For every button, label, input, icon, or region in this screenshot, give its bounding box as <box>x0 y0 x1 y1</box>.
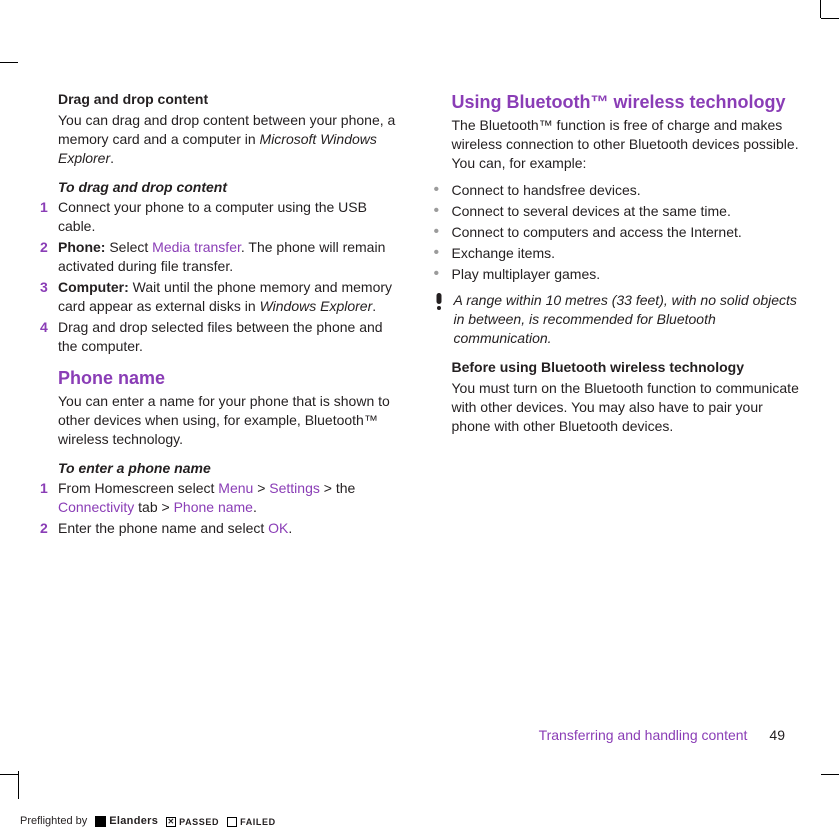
text: . <box>288 520 292 536</box>
step-body: Drag and drop selected files between the… <box>58 318 406 356</box>
footer-section: Transferring and handling content <box>539 726 748 745</box>
list-item: Connect to handsfree devices. <box>452 181 641 200</box>
brand-name: Elanders <box>109 814 158 829</box>
step-number: 2 <box>40 238 58 276</box>
subheading: To enter a phone name <box>58 459 406 478</box>
text: . <box>253 499 257 515</box>
page-footer: Transferring and handling content 49 <box>40 726 785 745</box>
paragraph: You can drag and drop content between yo… <box>58 111 406 168</box>
checkbox-icon <box>227 817 237 827</box>
preflight-bar: Preflighted by Elanders PASSED FAILED <box>20 814 276 829</box>
menu-path: Connectivity <box>58 499 134 515</box>
text-italic: Windows Explorer <box>260 298 373 314</box>
brand-icon <box>95 816 106 827</box>
paragraph: The Bluetooth™ function is free of charg… <box>452 116 800 173</box>
step-number: 2 <box>40 519 58 538</box>
list-item: Exchange items. <box>452 244 556 263</box>
text-bold: Phone: <box>58 239 105 255</box>
crop-mark <box>0 774 18 775</box>
crop-mark <box>18 771 19 799</box>
list-item: Play multiplayer games. <box>452 265 601 284</box>
status-label: PASSED <box>179 816 219 828</box>
note: A range within 10 metres (33 feet), with… <box>434 291 800 348</box>
text: > <box>253 480 269 496</box>
subheading: To drag and drop content <box>58 178 406 197</box>
text-bold: Computer: <box>58 279 129 295</box>
text: tab > <box>134 499 173 515</box>
list-item: Connect to several devices at the same t… <box>452 202 731 221</box>
step-body: Phone: Select Media transfer. The phone … <box>58 238 406 276</box>
crop-mark <box>820 0 821 18</box>
bullet-icon: • <box>434 265 452 284</box>
heading-bluetooth: Using Bluetooth™ wireless technology <box>452 90 800 114</box>
crop-mark <box>821 774 839 775</box>
heading-phone-name: Phone name <box>58 366 406 390</box>
heading-drag-drop: Drag and drop content <box>58 90 406 109</box>
menu-path: Menu <box>218 480 253 496</box>
step-body: Enter the phone name and select OK. <box>58 519 406 538</box>
step-number: 1 <box>40 198 58 236</box>
bullet-icon: • <box>434 223 452 242</box>
step-number: 1 <box>40 479 58 517</box>
ordered-list: 1 Connect your phone to a computer using… <box>40 198 406 355</box>
text: Select <box>105 239 152 255</box>
text: . <box>372 298 376 314</box>
brand: Elanders <box>95 814 158 829</box>
bullet-icon: • <box>434 202 452 221</box>
list-item: Connect to computers and access the Inte… <box>452 223 742 242</box>
heading-before-bt: Before using Bluetooth wireless technolo… <box>452 358 800 377</box>
status-label: FAILED <box>240 816 276 828</box>
step-body: From Homescreen select Menu > Settings >… <box>58 479 406 517</box>
menu-path: OK <box>268 520 288 536</box>
menu-path: Media transfer <box>152 239 241 255</box>
crop-mark <box>0 62 18 63</box>
page: Drag and drop content You can drag and d… <box>20 62 819 775</box>
crop-mark <box>821 18 839 19</box>
text: > the <box>320 480 355 496</box>
menu-path: Settings <box>269 480 320 496</box>
text: . <box>110 150 114 166</box>
text: Enter the phone name and select <box>58 520 268 536</box>
paragraph: You must turn on the Bluetooth function … <box>452 379 800 436</box>
paragraph: You can enter a name for your phone that… <box>58 392 406 449</box>
bullet-icon: • <box>434 244 452 263</box>
step-number: 3 <box>40 278 58 316</box>
info-icon <box>434 291 448 348</box>
columns: Drag and drop content You can drag and d… <box>40 90 799 546</box>
status-failed: FAILED <box>227 816 276 828</box>
bullet-list: •Connect to handsfree devices. •Connect … <box>434 181 800 283</box>
menu-path: Phone name <box>174 499 253 515</box>
note-text: A range within 10 metres (33 feet), with… <box>454 291 800 348</box>
step-body: Connect your phone to a computer using t… <box>58 198 406 236</box>
status-passed: PASSED <box>166 816 219 828</box>
right-column: Using Bluetooth™ wireless technology The… <box>434 90 800 546</box>
text: From Homescreen select <box>58 480 218 496</box>
preflight-label: Preflighted by <box>20 814 87 829</box>
ordered-list: 1 From Homescreen select Menu > Settings… <box>40 479 406 538</box>
page-number: 49 <box>769 726 785 745</box>
step-number: 4 <box>40 318 58 356</box>
checkbox-icon <box>166 817 176 827</box>
bullet-icon: • <box>434 181 452 200</box>
step-body: Computer: Wait until the phone memory an… <box>58 278 406 316</box>
left-column: Drag and drop content You can drag and d… <box>40 90 406 546</box>
